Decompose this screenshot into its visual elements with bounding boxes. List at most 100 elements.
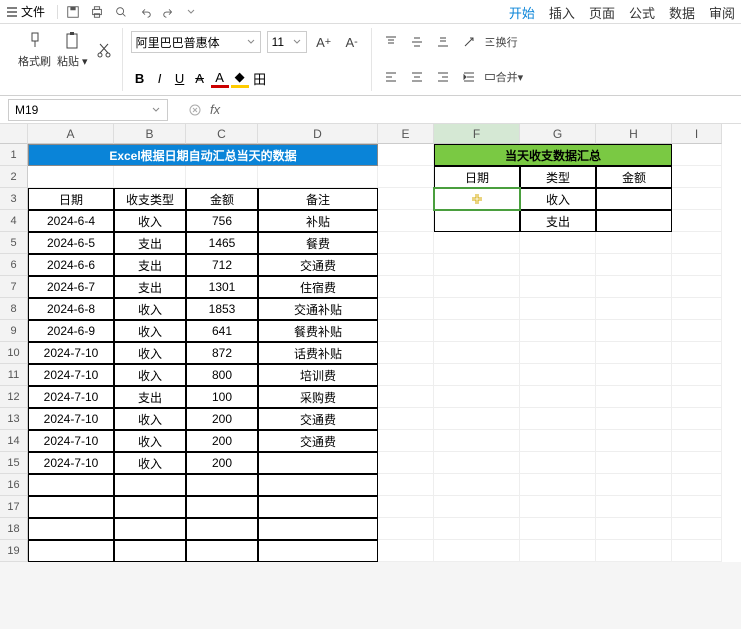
cell[interactable] [378, 188, 434, 210]
row-header[interactable]: 9 [0, 320, 28, 342]
cell[interactable] [672, 232, 722, 254]
cell[interactable] [258, 452, 378, 474]
cell[interactable] [434, 276, 520, 298]
cell[interactable]: 类型 [520, 166, 596, 188]
cell[interactable] [672, 276, 722, 298]
cell[interactable] [378, 254, 434, 276]
row-header[interactable]: 17 [0, 496, 28, 518]
cell[interactable]: 住宿费 [258, 276, 378, 298]
cell[interactable] [28, 474, 114, 496]
row-header[interactable]: 5 [0, 232, 28, 254]
cell[interactable] [596, 474, 672, 496]
cell[interactable] [520, 430, 596, 452]
cell[interactable] [596, 408, 672, 430]
cell[interactable] [378, 474, 434, 496]
cell[interactable]: 2024-7-10 [28, 430, 114, 452]
tab-公式[interactable]: 公式 [629, 3, 655, 22]
cell[interactable]: 200 [186, 452, 258, 474]
cell[interactable]: 交通费 [258, 254, 378, 276]
cell[interactable]: 交通费 [258, 430, 378, 452]
cell[interactable]: 支出 [520, 210, 596, 232]
cell[interactable]: 交通补贴 [258, 298, 378, 320]
cell[interactable]: 采购费 [258, 386, 378, 408]
row-header[interactable]: 10 [0, 342, 28, 364]
cell[interactable] [672, 474, 722, 496]
cell[interactable] [672, 166, 722, 188]
cell[interactable] [378, 386, 434, 408]
font-name-select[interactable]: 阿里巴巴普惠体 [131, 31, 261, 53]
cell[interactable] [378, 496, 434, 518]
cell[interactable] [520, 342, 596, 364]
cell[interactable]: 收入 [114, 320, 186, 342]
cell[interactable] [520, 518, 596, 540]
cell[interactable] [378, 408, 434, 430]
cell[interactable] [114, 166, 186, 188]
cell[interactable] [114, 474, 186, 496]
border-button[interactable]: 田 [251, 69, 269, 88]
cell[interactable] [520, 540, 596, 562]
row-header[interactable]: 12 [0, 386, 28, 408]
cell[interactable] [672, 188, 722, 210]
cell[interactable] [114, 496, 186, 518]
cell[interactable] [434, 298, 520, 320]
tab-页面[interactable]: 页面 [589, 3, 615, 22]
col-header-B[interactable]: B [114, 124, 186, 144]
cell[interactable]: 支出 [114, 276, 186, 298]
app-menu-button[interactable]: 文件 [0, 3, 51, 20]
row-header[interactable]: 19 [0, 540, 28, 562]
cell[interactable] [434, 342, 520, 364]
cell[interactable]: 712 [186, 254, 258, 276]
cell[interactable]: 培训费 [258, 364, 378, 386]
cell[interactable] [434, 452, 520, 474]
align-top-button[interactable] [380, 31, 402, 53]
row-header[interactable]: 6 [0, 254, 28, 276]
cell[interactable] [596, 342, 672, 364]
cell[interactable] [186, 474, 258, 496]
qat-dropdown-icon[interactable] [186, 7, 196, 17]
cell[interactable] [596, 188, 672, 210]
row-header[interactable]: 3 [0, 188, 28, 210]
cell[interactable]: 2024-7-10 [28, 452, 114, 474]
cell[interactable]: 收入 [114, 342, 186, 364]
row-header[interactable]: 2 [0, 166, 28, 188]
left-title[interactable]: Excel根据日期自动汇总当天的数据 [28, 144, 378, 166]
cell[interactable]: 交通费 [258, 408, 378, 430]
cell[interactable] [28, 540, 114, 562]
cell[interactable] [596, 276, 672, 298]
cell[interactable]: 金额 [186, 188, 258, 210]
print-icon[interactable] [90, 5, 104, 19]
tab-审阅[interactable]: 审阅 [709, 3, 735, 22]
cell[interactable] [520, 496, 596, 518]
cell[interactable] [596, 364, 672, 386]
cell[interactable] [114, 518, 186, 540]
cell[interactable]: 1301 [186, 276, 258, 298]
redo-icon[interactable] [162, 5, 176, 19]
tab-数据[interactable]: 数据 [669, 3, 695, 22]
cell[interactable] [596, 232, 672, 254]
cell[interactable]: 餐费补贴 [258, 320, 378, 342]
cell[interactable]: 金额 [596, 166, 672, 188]
cell[interactable] [520, 408, 596, 430]
cell[interactable]: 收支类型 [114, 188, 186, 210]
cell[interactable] [672, 496, 722, 518]
cell[interactable] [672, 452, 722, 474]
col-header-E[interactable]: E [378, 124, 434, 144]
cut-button[interactable] [94, 40, 114, 60]
cell[interactable]: 872 [186, 342, 258, 364]
align-center-button[interactable] [406, 66, 428, 88]
cell[interactable]: 200 [186, 430, 258, 452]
col-header-F[interactable]: F [434, 124, 520, 144]
cell[interactable]: 补贴 [258, 210, 378, 232]
cell[interactable] [28, 518, 114, 540]
cell[interactable]: 2024-7-10 [28, 342, 114, 364]
tab-开始[interactable]: 开始 [509, 3, 535, 22]
name-box[interactable]: M19 [8, 99, 168, 121]
cell[interactable] [596, 386, 672, 408]
formula-bar[interactable] [228, 100, 628, 120]
cell[interactable]: 收入 [114, 298, 186, 320]
cell[interactable] [672, 210, 722, 232]
cell[interactable] [596, 430, 672, 452]
cell[interactable]: 2024-6-8 [28, 298, 114, 320]
cell[interactable] [520, 452, 596, 474]
cell[interactable]: 2024-7-10 [28, 364, 114, 386]
